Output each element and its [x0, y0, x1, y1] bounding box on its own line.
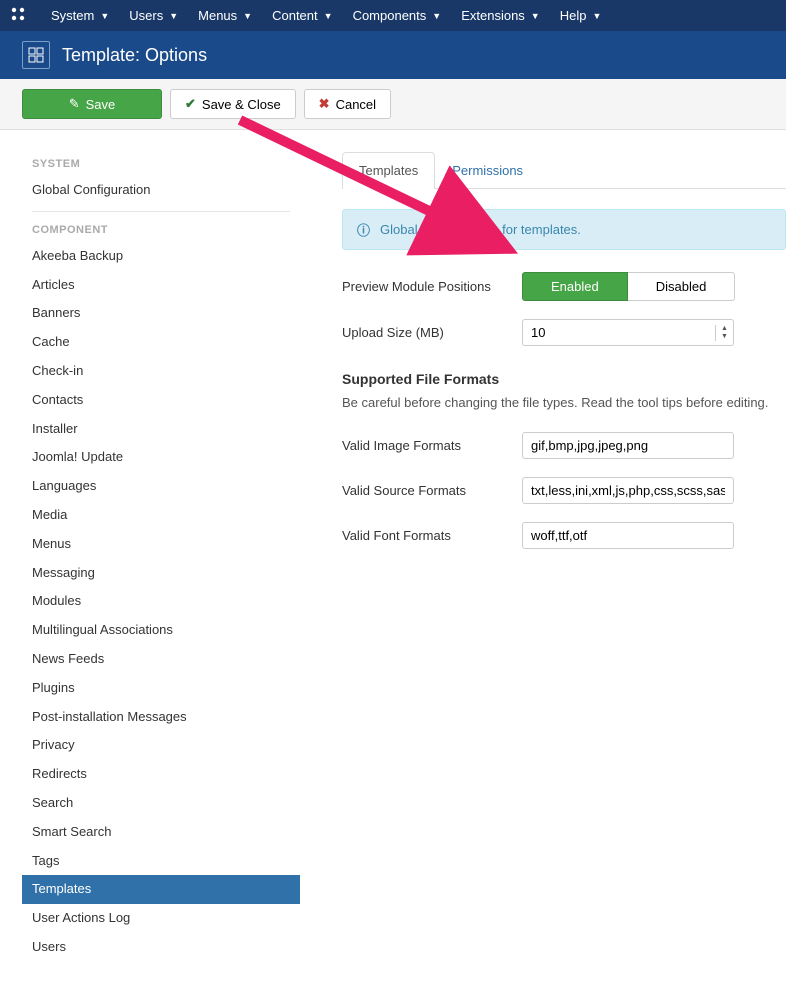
- sidebar-item-check-in[interactable]: Check-in: [22, 357, 300, 386]
- preview-toggle: Enabled Disabled: [522, 272, 735, 301]
- check-icon: ✔: [185, 96, 196, 112]
- row-valid-font: Valid Font Formats: [342, 522, 786, 549]
- topnav-item-components[interactable]: Components▼: [343, 8, 452, 23]
- enabled-button[interactable]: Enabled: [522, 272, 628, 301]
- sidebar-heading-component: COMPONENT: [22, 218, 300, 242]
- joomla-logo-icon[interactable]: [10, 6, 26, 25]
- sidebar-item-news-feeds[interactable]: News Feeds: [22, 645, 300, 674]
- sidebar-item-smart-search[interactable]: Smart Search: [22, 818, 300, 847]
- topnav-item-extensions[interactable]: Extensions▼: [451, 8, 550, 23]
- sidebar-item-installer[interactable]: Installer: [22, 415, 300, 444]
- upload-label: Upload Size (MB): [342, 325, 522, 340]
- disabled-button[interactable]: Disabled: [628, 272, 736, 301]
- main-area: SYSTEM Global Configuration COMPONENT Ak…: [0, 130, 786, 984]
- info-text: Global Configuration for templates.: [380, 222, 581, 237]
- sidebar-item-tags[interactable]: Tags: [22, 847, 300, 876]
- supported-formats-sub: Be careful before changing the file type…: [342, 395, 786, 410]
- row-upload-size: Upload Size (MB) ▲▼: [342, 319, 786, 346]
- sidebar-item-privacy[interactable]: Privacy: [22, 731, 300, 760]
- toolbar: ✎ Save ✔ Save & Close ✖ Cancel: [0, 79, 786, 130]
- sidebar: SYSTEM Global Configuration COMPONENT Ak…: [22, 152, 300, 962]
- row-valid-source: Valid Source Formats: [342, 477, 786, 504]
- topnav-item-system[interactable]: System▼: [41, 8, 119, 23]
- caret-down-icon: ▼: [169, 11, 178, 21]
- sidebar-divider: [32, 211, 290, 212]
- save-icon: ✎: [69, 96, 80, 112]
- sidebar-item-akeeba-backup[interactable]: Akeeba Backup: [22, 242, 300, 271]
- sidebar-heading-system: SYSTEM: [22, 152, 300, 176]
- valid-source-input[interactable]: [522, 477, 734, 504]
- sidebar-item-joomla-update[interactable]: Joomla! Update: [22, 443, 300, 472]
- caret-down-icon: ▼: [243, 11, 252, 21]
- tab-templates[interactable]: Templates: [342, 152, 435, 189]
- caret-down-icon: ▼: [324, 11, 333, 21]
- sidebar-item-users[interactable]: Users: [22, 933, 300, 962]
- save-button[interactable]: ✎ Save: [22, 89, 162, 119]
- sidebar-item-multilingual-associations[interactable]: Multilingual Associations: [22, 616, 300, 645]
- sidebar-item-media[interactable]: Media: [22, 501, 300, 530]
- caret-down-icon: ▼: [432, 11, 441, 21]
- spin-up-icon[interactable]: ▲: [716, 325, 733, 333]
- valid-font-input[interactable]: [522, 522, 734, 549]
- sidebar-item-plugins[interactable]: Plugins: [22, 674, 300, 703]
- caret-down-icon: ▼: [100, 11, 109, 21]
- sidebar-item-post-installation-messages[interactable]: Post-installation Messages: [22, 703, 300, 732]
- save-close-button[interactable]: ✔ Save & Close: [170, 89, 296, 119]
- cancel-icon: ✖: [319, 96, 330, 112]
- sidebar-item-languages[interactable]: Languages: [22, 472, 300, 501]
- sidebar-item-modules[interactable]: Modules: [22, 587, 300, 616]
- tab-permissions[interactable]: Permissions: [435, 152, 540, 188]
- valid-image-label: Valid Image Formats: [342, 438, 522, 453]
- sidebar-item-redirects[interactable]: Redirects: [22, 760, 300, 789]
- sidebar-item-global-configuration[interactable]: Global Configuration: [22, 176, 300, 205]
- valid-font-label: Valid Font Formats: [342, 528, 522, 543]
- page-title: Template: Options: [62, 45, 207, 66]
- info-box: ⓘ Global Configuration for templates.: [342, 209, 786, 250]
- topnav-item-help[interactable]: Help▼: [550, 8, 612, 23]
- sidebar-item-menus[interactable]: Menus: [22, 530, 300, 559]
- number-spinner[interactable]: ▲▼: [715, 325, 733, 341]
- topnav-item-menus[interactable]: Menus▼: [188, 8, 262, 23]
- sidebar-item-user-actions-log[interactable]: User Actions Log: [22, 904, 300, 933]
- caret-down-icon: ▼: [531, 11, 540, 21]
- tabs: Templates Permissions: [342, 152, 786, 189]
- top-nav: System▼Users▼Menus▼Content▼Components▼Ex…: [0, 0, 786, 31]
- spin-down-icon[interactable]: ▼: [716, 333, 733, 341]
- sidebar-item-templates[interactable]: Templates: [22, 875, 300, 904]
- content-area: Templates Permissions ⓘ Global Configura…: [300, 152, 786, 962]
- sidebar-item-banners[interactable]: Banners: [22, 299, 300, 328]
- topnav-item-users[interactable]: Users▼: [119, 8, 188, 23]
- info-icon: ⓘ: [357, 220, 370, 239]
- sidebar-item-articles[interactable]: Articles: [22, 271, 300, 300]
- supported-formats-heading: Supported File Formats: [342, 371, 786, 387]
- sidebar-item-cache[interactable]: Cache: [22, 328, 300, 357]
- valid-image-input[interactable]: [522, 432, 734, 459]
- sidebar-item-messaging[interactable]: Messaging: [22, 559, 300, 588]
- template-options-icon: [22, 41, 50, 69]
- upload-size-input[interactable]: [523, 320, 715, 345]
- sidebar-item-contacts[interactable]: Contacts: [22, 386, 300, 415]
- valid-source-label: Valid Source Formats: [342, 483, 522, 498]
- caret-down-icon: ▼: [592, 11, 601, 21]
- topnav-item-content[interactable]: Content▼: [262, 8, 342, 23]
- row-preview-positions: Preview Module Positions Enabled Disable…: [342, 272, 786, 301]
- title-bar: Template: Options: [0, 31, 786, 79]
- upload-size-input-wrap: ▲▼: [522, 319, 734, 346]
- cancel-button[interactable]: ✖ Cancel: [304, 89, 391, 119]
- row-valid-image: Valid Image Formats: [342, 432, 786, 459]
- sidebar-item-search[interactable]: Search: [22, 789, 300, 818]
- preview-label: Preview Module Positions: [342, 279, 522, 294]
